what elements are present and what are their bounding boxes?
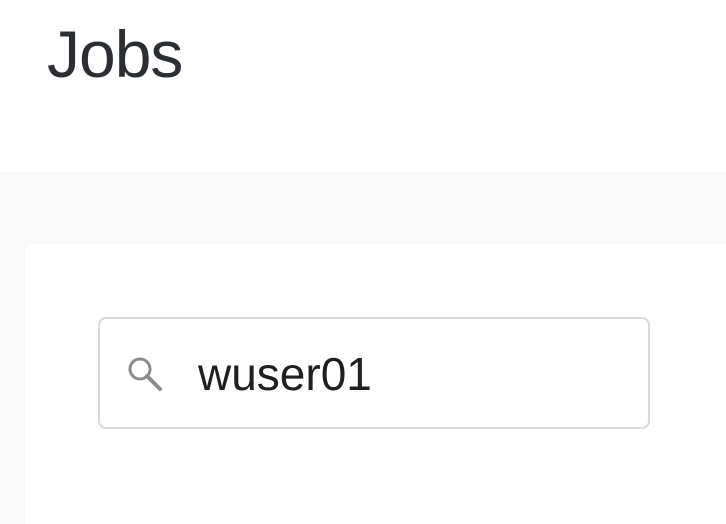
jobs-card (25, 244, 726, 524)
search-input[interactable] (198, 339, 628, 409)
search-icon (124, 354, 166, 396)
content-area (0, 172, 726, 524)
page-header: Jobs (0, 0, 726, 172)
jobs-page: Jobs (0, 0, 726, 524)
search-box[interactable] (98, 317, 650, 429)
page-title: Jobs (47, 17, 183, 91)
